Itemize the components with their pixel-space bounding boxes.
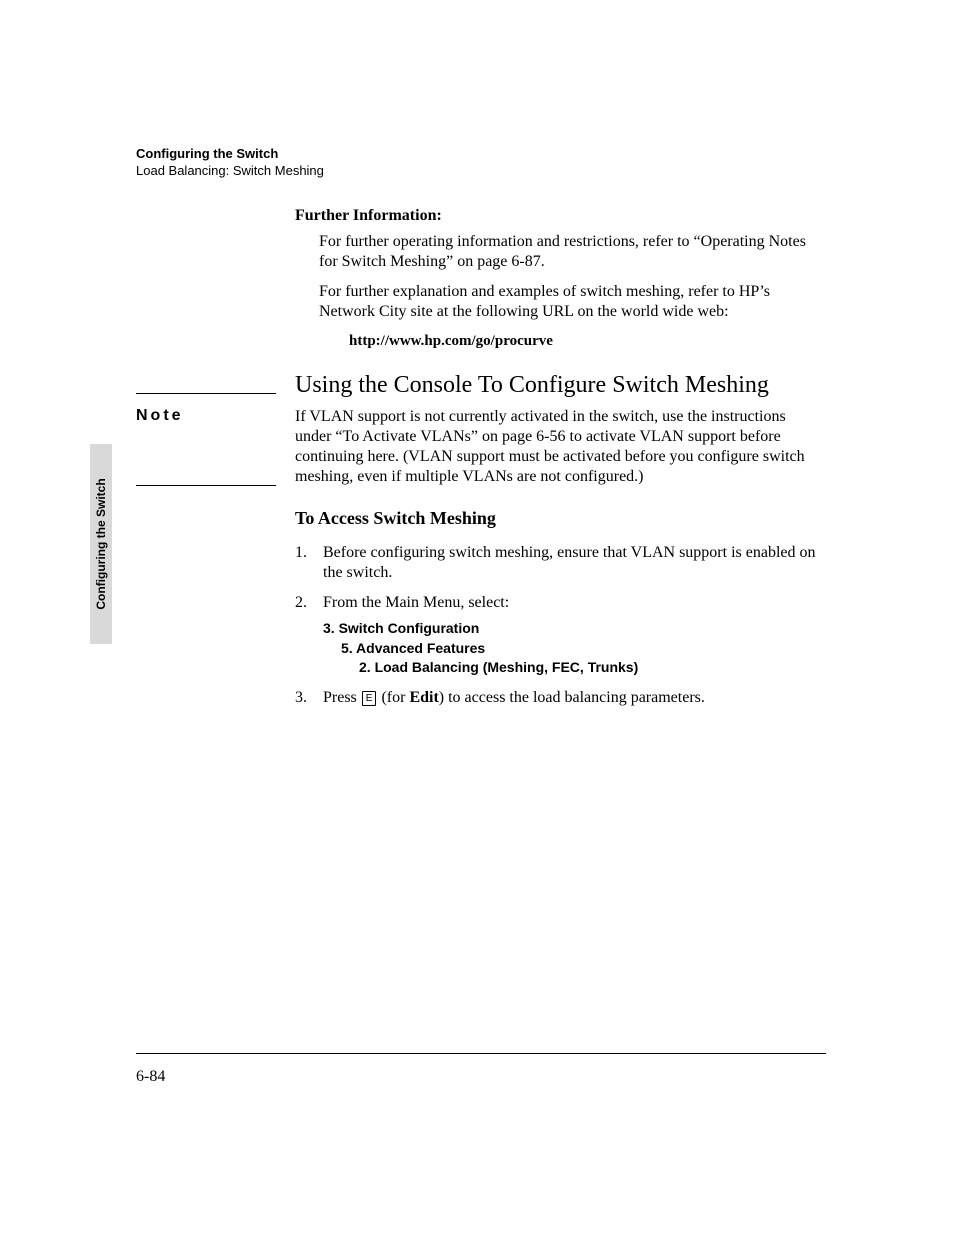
page-number: 6-84 bbox=[136, 1068, 165, 1086]
step-2-text: From the Main Menu, select: bbox=[323, 594, 509, 611]
note-rule-bottom bbox=[136, 485, 276, 486]
further-info-p2: For further explanation and examples of … bbox=[319, 282, 825, 322]
page-header: Configuring the Switch Load Balancing: S… bbox=[136, 146, 324, 178]
further-info-p1: For further operating information and re… bbox=[319, 232, 825, 272]
content-top: Further Information: For further operati… bbox=[295, 206, 825, 404]
steps-list: 1. Before configuring switch meshing, en… bbox=[295, 543, 825, 708]
note-rule-top bbox=[136, 393, 276, 394]
menu-path-l2: 5. Advanced Features bbox=[323, 639, 825, 659]
menu-path-l1: 3. Switch Configuration bbox=[323, 619, 825, 639]
subsection-title: To Access Switch Meshing bbox=[295, 508, 825, 529]
menu-path: 3. Switch Configuration 5. Advanced Feat… bbox=[323, 619, 825, 678]
footer-rule bbox=[136, 1053, 826, 1054]
further-info-heading: Further Information: bbox=[295, 206, 825, 226]
menu-path-l3: 2. Load Balancing (Meshing, FEC, Trunks) bbox=[323, 658, 825, 678]
note-body: If VLAN support is not currently activat… bbox=[295, 407, 826, 487]
side-tab-label: Configuring the Switch bbox=[94, 478, 108, 609]
header-title: Configuring the Switch bbox=[136, 146, 324, 161]
step-3-post: ) to access the load balancing parameter… bbox=[439, 689, 705, 706]
step-1-text: Before configuring switch meshing, ensur… bbox=[323, 544, 816, 581]
keycap-e: E bbox=[362, 691, 377, 706]
step-2-number: 2. bbox=[295, 593, 307, 613]
step-1: 1. Before configuring switch meshing, en… bbox=[295, 543, 825, 583]
step-3-bold: Edit bbox=[409, 689, 438, 706]
page: Configuring the Switch Configuring the S… bbox=[0, 0, 954, 1235]
step-2: 2. From the Main Menu, select: 3. Switch… bbox=[295, 593, 825, 678]
further-info-url: http://www.hp.com/go/procurve bbox=[349, 332, 825, 351]
note-label: Note bbox=[136, 407, 184, 425]
step-3-mid: (for bbox=[377, 689, 409, 706]
header-subtitle: Load Balancing: Switch Meshing bbox=[136, 163, 324, 178]
step-3: 3. Press E (for Edit) to access the load… bbox=[295, 688, 825, 708]
side-tab: Configuring the Switch bbox=[90, 444, 112, 644]
step-3-pre: Press bbox=[323, 689, 361, 706]
content-bottom: To Access Switch Meshing 1. Before confi… bbox=[295, 508, 825, 718]
step-3-number: 3. bbox=[295, 688, 307, 708]
section-title: Using the Console To Configure Switch Me… bbox=[295, 371, 825, 400]
step-1-number: 1. bbox=[295, 543, 307, 563]
